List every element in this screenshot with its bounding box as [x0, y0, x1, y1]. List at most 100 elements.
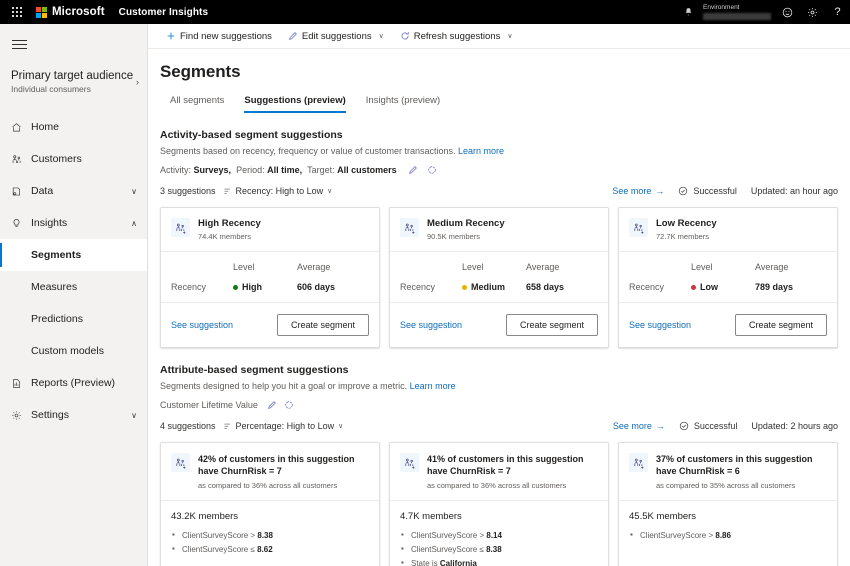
sidebar-item-home[interactable]: Home — [0, 111, 147, 143]
see-suggestion-link[interactable]: See suggestion — [171, 320, 233, 330]
app-name[interactable]: Customer Insights — [119, 7, 209, 18]
chevron-right-icon: › — [136, 77, 139, 87]
card-header: Medium Recency 90.5K members — [390, 208, 608, 252]
report-icon — [11, 378, 31, 389]
card-comparison: as compared to 36% across all customers — [427, 481, 567, 490]
sort-button[interactable]: Percentage: High to Low ∨ — [223, 421, 344, 431]
card-header: Low Recency 72.7K members — [619, 208, 837, 252]
create-segment-button[interactable]: Create segment — [276, 314, 369, 336]
customers-icon — [11, 154, 31, 165]
sort-icon — [223, 187, 232, 196]
tab-suggestions[interactable]: Suggestions (preview) — [234, 91, 355, 113]
sidebar-item-measures[interactable]: Measures — [0, 271, 147, 303]
sidebar-item-insights[interactable]: Insights ∧ — [0, 207, 147, 239]
refresh-icon[interactable] — [284, 400, 294, 410]
card-member-count: 43.2K members — [171, 511, 239, 522]
environment-selector[interactable]: Environment — [703, 4, 771, 20]
criteria-item: ClientSurveyScore > 8.86 — [629, 528, 827, 543]
see-more-link[interactable]: See more → — [613, 421, 665, 431]
average-value: 658 days — [526, 282, 565, 292]
refresh-icon[interactable] — [427, 165, 437, 175]
tab-insights[interactable]: Insights (preview) — [356, 91, 450, 113]
segment-add-icon — [629, 218, 648, 237]
plus-icon — [166, 31, 176, 41]
smiley-feedback-icon[interactable] — [775, 0, 800, 24]
suite-header-actions: Environment ? — [684, 0, 850, 24]
sidebar-nav-list: Home Customers Data ∨ Insights ∧ Segment… — [0, 111, 147, 431]
card-footer: See suggestion Create segment — [161, 303, 379, 347]
segment-add-icon — [171, 453, 190, 472]
brand-name: Microsoft — [52, 6, 105, 18]
edit-suggestions-button[interactable]: Edit suggestions ∨ — [280, 24, 392, 48]
sidebar-item-settings[interactable]: Settings ∨ — [0, 399, 147, 431]
chevron-down-icon: ∨ — [327, 188, 333, 195]
see-suggestion-link[interactable]: See suggestion — [629, 320, 691, 330]
filter-label: Activity: — [160, 165, 192, 175]
sidebar-item-label: Measures — [31, 281, 78, 293]
filter-value: All time, — [267, 165, 303, 175]
card-table-row: Recency Medium 658 days — [390, 278, 608, 303]
sidebar-item-predictions[interactable]: Predictions — [0, 303, 147, 335]
microsoft-squares-icon — [36, 6, 47, 18]
find-new-suggestions-button[interactable]: Find new suggestions — [158, 24, 280, 48]
sidebar-item-label: Settings — [31, 409, 69, 421]
suggestion-card[interactable]: 41% of customers in this suggestion have… — [389, 442, 609, 566]
bell-icon[interactable] — [684, 7, 693, 17]
sidebar-item-custom-models[interactable]: Custom models — [0, 335, 147, 367]
column-header-level: Level — [233, 262, 255, 272]
suggestion-card[interactable]: High Recency 74.4K members Level Average… — [160, 207, 380, 348]
suggestion-card[interactable]: 37% of customers in this suggestion have… — [618, 442, 838, 566]
sidebar-item-reports[interactable]: Reports (Preview) — [0, 367, 147, 399]
suggestion-card[interactable]: 42% of customers in this suggestion have… — [160, 442, 380, 566]
sort-button[interactable]: Recency: High to Low ∨ — [223, 186, 333, 196]
app-launcher-icon[interactable] — [0, 0, 34, 24]
pencil-icon[interactable] — [408, 165, 418, 175]
refresh-suggestions-button[interactable]: Refresh suggestions ∨ — [392, 24, 521, 48]
sidebar-item-label: Reports (Preview) — [31, 377, 116, 389]
filter-value: Surveys, — [193, 165, 232, 175]
activity-based-section: Activity-based segment suggestions Segme… — [148, 129, 850, 348]
see-more-link[interactable]: See more → — [612, 186, 664, 196]
segment-add-icon — [629, 453, 648, 472]
suggestion-count: 3 suggestions — [160, 186, 216, 196]
home-icon — [11, 122, 31, 133]
level-dot — [462, 284, 467, 290]
help-icon[interactable]: ? — [825, 0, 850, 24]
criteria-prefix: State is — [411, 559, 440, 566]
criteria-item: State is California — [400, 556, 598, 566]
hamburger-menu-icon[interactable] — [0, 29, 40, 59]
pencil-icon[interactable] — [267, 400, 277, 410]
create-segment-button[interactable]: Create segment — [734, 314, 827, 336]
sidebar-item-segments[interactable]: Segments — [0, 239, 147, 271]
suggestion-card[interactable]: Low Recency 72.7K members Level Average … — [618, 207, 838, 348]
sidebar-item-data[interactable]: Data ∨ — [0, 175, 147, 207]
card-header: High Recency 74.4K members — [161, 208, 379, 252]
sidebar-item-label: Data — [31, 185, 54, 197]
row-label: Recency — [400, 282, 436, 292]
target-audience-selector[interactable]: Primary target audience Individual consu… — [0, 59, 147, 105]
gear-icon[interactable] — [800, 0, 825, 24]
column-header-average: Average — [755, 262, 789, 272]
criteria-item: ClientSurveyScore > 8.38 — [171, 528, 369, 543]
learn-more-link[interactable]: Learn more — [410, 381, 456, 391]
criteria-prefix: ClientSurveyScore > — [411, 531, 487, 540]
learn-more-link[interactable]: Learn more — [458, 146, 504, 156]
card-header: 41% of customers in this suggestion have… — [390, 443, 608, 501]
sort-label: Recency: High to Low — [235, 186, 324, 196]
sort-label: Percentage: High to Low — [235, 421, 335, 431]
tab-all-segments[interactable]: All segments — [160, 91, 234, 113]
segment-add-icon — [400, 218, 419, 237]
microsoft-logo[interactable]: Microsoft — [34, 6, 105, 18]
segment-add-icon — [400, 453, 419, 472]
see-more-label: See more — [612, 421, 652, 431]
suggestion-card[interactable]: Medium Recency 90.5K members Level Avera… — [389, 207, 609, 348]
arrow-right-icon: → — [655, 186, 665, 196]
see-suggestion-link[interactable]: See suggestion — [400, 320, 462, 330]
chevron-down-icon: ∨ — [338, 423, 344, 430]
card-comparison: as compared to 36% across all customers — [198, 481, 338, 490]
card-title: Low Recency — [656, 218, 717, 229]
card-table-row: Recency High 606 days — [161, 278, 379, 303]
criteria-value: 8.86 — [715, 531, 731, 540]
create-segment-button[interactable]: Create segment — [505, 314, 598, 336]
sidebar-item-customers[interactable]: Customers — [0, 143, 147, 175]
